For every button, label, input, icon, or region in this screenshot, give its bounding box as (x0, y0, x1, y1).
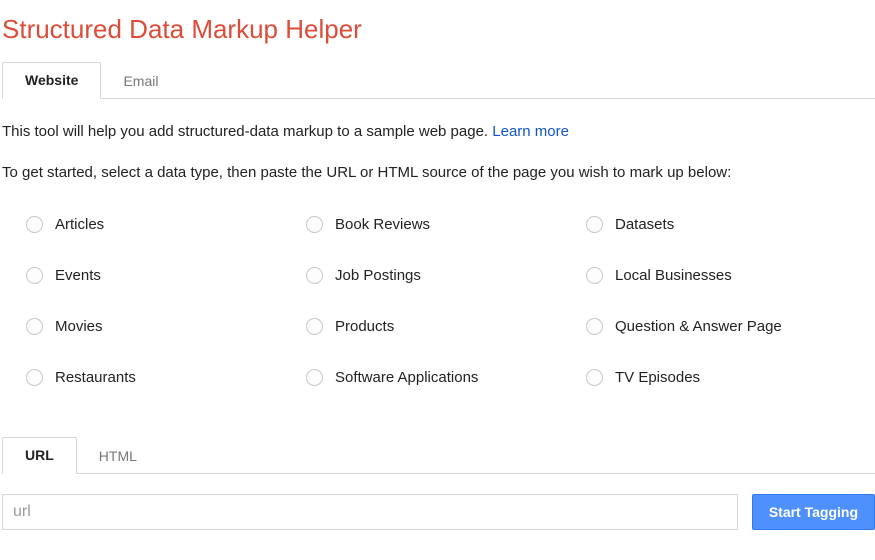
radio-icon (26, 369, 43, 386)
radio-label: Events (55, 267, 101, 284)
radio-icon (306, 267, 323, 284)
radio-icon (306, 369, 323, 386)
tab-html[interactable]: HTML (77, 439, 159, 474)
input-type-tabbar: URL HTML (2, 438, 875, 474)
input-row: Start Tagging (2, 494, 875, 530)
radio-icon (26, 267, 43, 284)
radio-book-reviews[interactable]: Book Reviews (306, 216, 586, 233)
radio-label: Movies (55, 318, 103, 335)
radio-products[interactable]: Products (306, 318, 586, 335)
radio-label: Job Postings (335, 267, 421, 284)
radio-label: Articles (55, 216, 104, 233)
url-input[interactable] (2, 494, 738, 530)
radio-movies[interactable]: Movies (26, 318, 306, 335)
intro-block: This tool will help you add structured-d… (0, 99, 875, 188)
radio-icon (586, 318, 603, 335)
radio-tv-episodes[interactable]: TV Episodes (586, 369, 866, 386)
start-tagging-button[interactable]: Start Tagging (752, 494, 875, 530)
radio-software-applications[interactable]: Software Applications (306, 369, 586, 386)
instructions-text: To get started, select a data type, then… (2, 162, 875, 185)
radio-label: Question & Answer Page (615, 318, 782, 335)
radio-icon (26, 318, 43, 335)
tab-url[interactable]: URL (2, 437, 77, 474)
radio-icon (586, 216, 603, 233)
page-title: Structured Data Markup Helper (0, 0, 875, 63)
radio-local-businesses[interactable]: Local Businesses (586, 267, 866, 284)
radio-label: Restaurants (55, 369, 136, 386)
radio-articles[interactable]: Articles (26, 216, 306, 233)
radio-icon (586, 267, 603, 284)
radio-label: Book Reviews (335, 216, 430, 233)
source-type-tabbar: Website Email (2, 63, 875, 99)
radio-icon (586, 369, 603, 386)
radio-label: Software Applications (335, 369, 478, 386)
radio-icon (306, 216, 323, 233)
radio-label: Datasets (615, 216, 674, 233)
radio-restaurants[interactable]: Restaurants (26, 369, 306, 386)
radio-icon (26, 216, 43, 233)
data-type-grid: Articles Book Reviews Datasets Events Jo… (0, 188, 875, 390)
tab-email[interactable]: Email (101, 64, 180, 99)
radio-datasets[interactable]: Datasets (586, 216, 866, 233)
radio-label: Local Businesses (615, 267, 732, 284)
radio-events[interactable]: Events (26, 267, 306, 284)
radio-question-answer-page[interactable]: Question & Answer Page (586, 318, 866, 335)
radio-label: Products (335, 318, 394, 335)
tab-website[interactable]: Website (2, 62, 101, 99)
radio-icon (306, 318, 323, 335)
radio-label: TV Episodes (615, 369, 700, 386)
radio-job-postings[interactable]: Job Postings (306, 267, 586, 284)
intro-text: This tool will help you add structured-d… (2, 123, 492, 140)
learn-more-link[interactable]: Learn more (492, 123, 569, 140)
